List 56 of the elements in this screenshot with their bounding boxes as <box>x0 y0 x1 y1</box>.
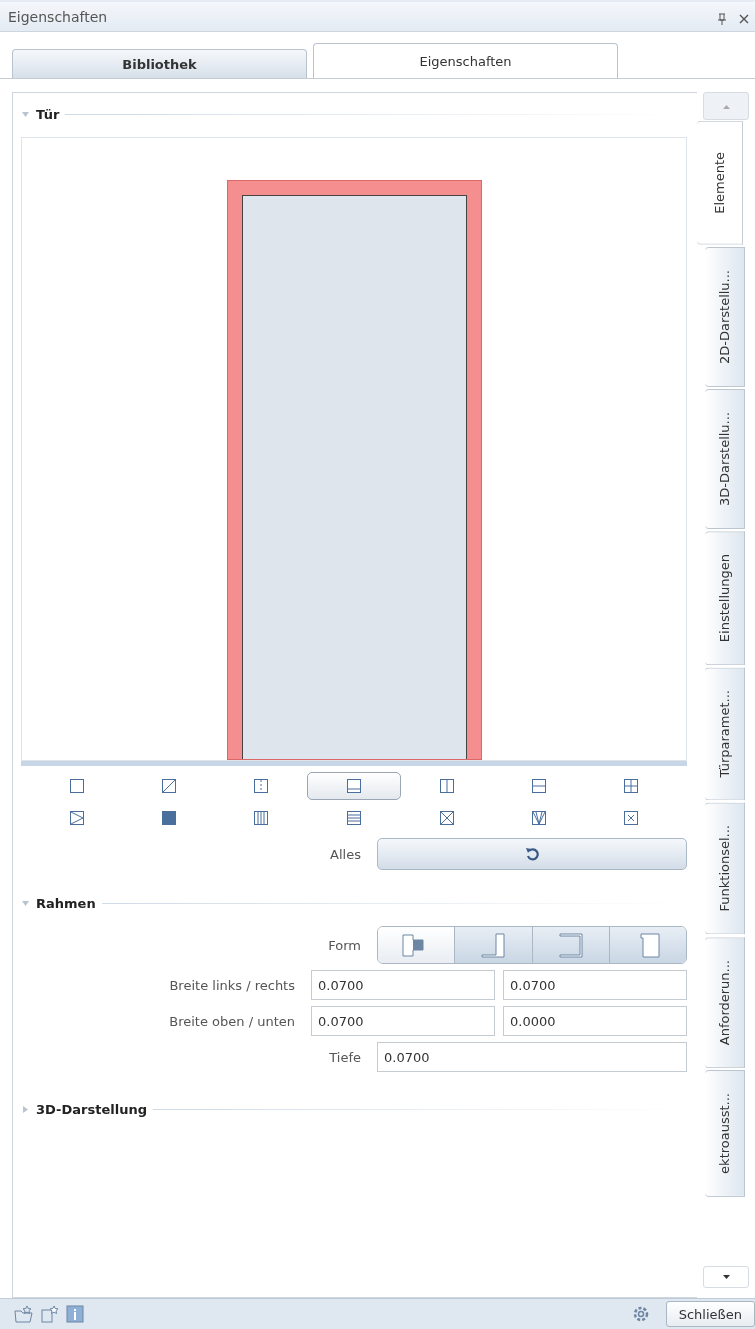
field-label: Breite links / rechts <box>168 977 295 993</box>
section-title: Tür <box>36 106 60 122</box>
side-tab[interactable]: 2D-Darstellu... <box>705 246 745 387</box>
frame-shape-button[interactable] <box>531 927 609 963</box>
side-tab[interactable]: Anforderun... <box>705 936 745 1069</box>
field-label: Alles <box>329 846 361 862</box>
panel-pattern-icon <box>346 810 362 826</box>
side-tab[interactable]: Türparamet... <box>705 667 745 801</box>
panel-pattern-icon <box>439 810 455 826</box>
number-field[interactable]: 0.0700 <box>377 1042 687 1072</box>
close-button[interactable]: Schließen <box>665 1301 755 1327</box>
info-icon[interactable] <box>66 1305 84 1323</box>
panel-pattern-icon <box>161 778 177 794</box>
panel-pattern-icon <box>253 778 269 794</box>
door-style-button[interactable] <box>307 772 401 800</box>
panel-pattern-icon <box>531 778 547 794</box>
side-tab[interactable]: 3D-Darstellu... <box>705 388 745 529</box>
panel-pattern-icon <box>623 810 639 826</box>
segmented-control[interactable] <box>377 926 687 964</box>
section-title: Rahmen <box>36 895 96 911</box>
frame-shape-button[interactable] <box>378 927 455 963</box>
side-tab[interactable]: ektroausst... <box>705 1070 745 1198</box>
panel-pattern-icon <box>346 778 362 794</box>
field-label: Form <box>327 937 361 953</box>
panel-pattern-icon <box>531 810 547 826</box>
pin-icon[interactable] <box>717 13 727 25</box>
side-tab[interactable]: Einstellungen <box>705 530 745 665</box>
frame-shape-button[interactable] <box>608 927 686 963</box>
panel-pattern-icon <box>439 778 455 794</box>
close-icon[interactable] <box>739 14 749 24</box>
settings-icon[interactable] <box>631 1305 650 1323</box>
field-label: Tiefe <box>328 1049 361 1065</box>
number-field[interactable]: 0.0000 <box>503 1006 687 1036</box>
caret-icon <box>722 103 730 109</box>
splitter-handle[interactable] <box>21 761 687 766</box>
panel-pattern-icon <box>253 810 269 826</box>
number-field[interactable]: 0.0700 <box>503 970 687 1000</box>
frame-shape-button[interactable] <box>454 927 532 963</box>
panel-pattern-icon <box>69 778 85 794</box>
window-title: Eigenschaften <box>8 9 108 25</box>
number-field[interactable]: 0.0700 <box>311 1006 495 1036</box>
panel-pattern-icon <box>623 778 639 794</box>
side-tab[interactable]: Elemente <box>697 121 743 245</box>
reset-button[interactable] <box>377 838 687 870</box>
field-label: Breite oben / unten <box>168 1013 295 1029</box>
tab[interactable]: Eigenschaften <box>313 43 618 78</box>
section-title: 3D-Darstellung <box>36 1101 147 1117</box>
panel-pattern-icon <box>69 810 85 826</box>
panel-pattern-icon <box>161 810 177 826</box>
caret-icon <box>722 1274 730 1280</box>
folder-star-icon[interactable] <box>14 1305 34 1323</box>
star-document-icon[interactable] <box>40 1305 60 1323</box>
number-field[interactable]: 0.0700 <box>311 970 495 1000</box>
tab[interactable]: Bibliothek <box>12 49 307 78</box>
side-tab[interactable]: Funktionsel... <box>705 802 745 935</box>
undo-icon <box>525 847 539 861</box>
